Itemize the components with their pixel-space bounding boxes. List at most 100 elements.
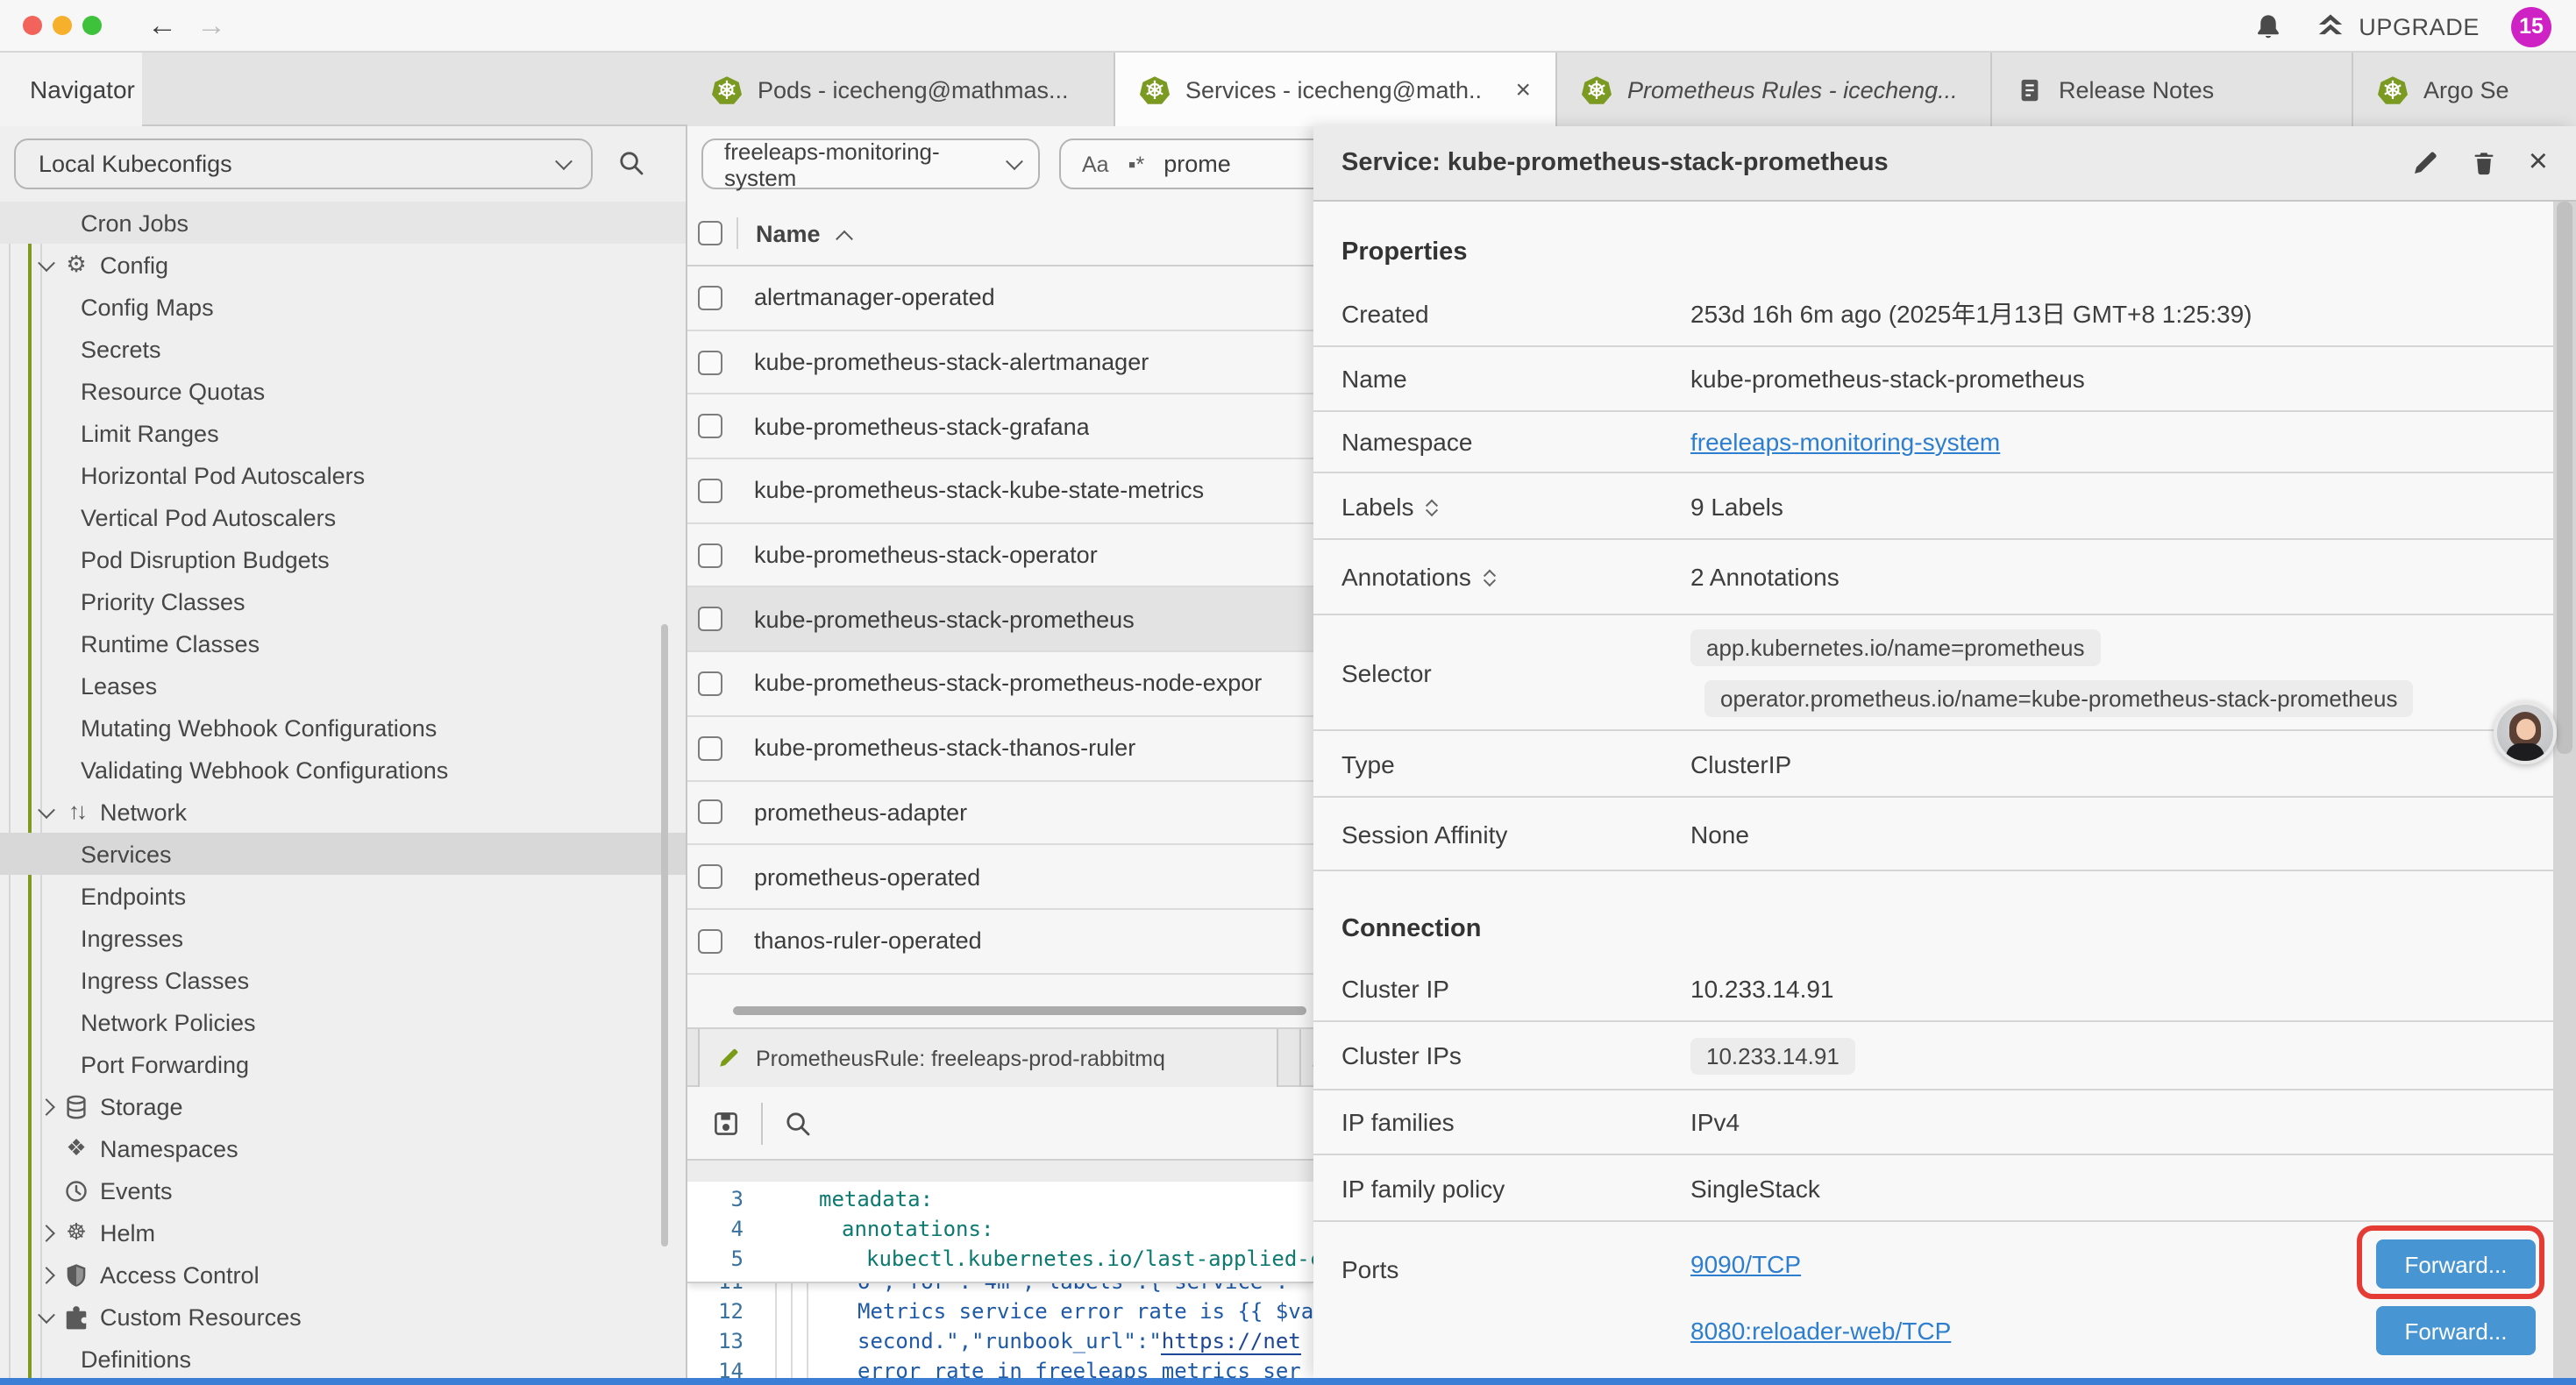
namespace-link[interactable]: freeleaps-monitoring-system [1690, 428, 2000, 456]
horizontal-scrollbar-thumb[interactable] [733, 1006, 1306, 1015]
sidebar-item-priority-classes[interactable]: Priority Classes [0, 580, 686, 622]
row-checkbox[interactable] [698, 800, 722, 825]
sidebar-item-ingress-classes[interactable]: Ingress Classes [0, 959, 686, 1001]
sidebar-item-custom-resources[interactable]: Custom Resources [0, 1296, 686, 1338]
table-row-kube-prometheus-stack-alertmanager[interactable]: kube-prometheus-stack-alertmanager [687, 330, 1313, 394]
table-row-thanos-ruler-operated[interactable]: thanos-ruler-operated [687, 910, 1313, 974]
sidebar-item-leases[interactable]: Leases [0, 664, 686, 707]
sidebar-item-label: Cron Jobs [81, 210, 189, 236]
select-all-checkbox[interactable] [698, 221, 722, 245]
editor-search-icon[interactable] [784, 1109, 812, 1137]
sidebar-item-resource-quotas[interactable]: Resource Quotas [0, 370, 686, 412]
panel-scrollbar-thumb[interactable] [2557, 202, 2572, 754]
row-checkbox[interactable] [698, 864, 722, 889]
table-row-kube-prometheus-stack-kube-state-metrics[interactable]: kube-prometheus-stack-kube-state-metrics [687, 459, 1313, 523]
delete-trash-icon[interactable] [2471, 149, 2497, 177]
notification-count-badge[interactable]: 15 [2511, 6, 2551, 46]
chevron-right-icon[interactable] [37, 1224, 54, 1241]
table-row-kube-prometheus-stack-prometheus[interactable]: kube-prometheus-stack-prometheus [687, 588, 1313, 652]
sidebar-item-limit-ranges[interactable]: Limit Ranges [0, 412, 686, 454]
row-checkbox[interactable] [698, 671, 722, 696]
back-arrow-button[interactable]: ← [147, 5, 177, 47]
table-row-prometheus-operated[interactable]: prometheus-operated [687, 845, 1313, 909]
row-checkbox[interactable] [698, 479, 722, 503]
match-case-toggle[interactable]: Aa [1082, 152, 1109, 176]
port-link[interactable]: 9090/TCP [1690, 1250, 1801, 1278]
row-checkbox[interactable] [698, 735, 722, 760]
sidebar-item-access-control[interactable]: Access Control [0, 1254, 686, 1296]
sidebar-scrollbar-thumb[interactable] [661, 624, 668, 1246]
kubeconfig-select[interactable]: Local Kubeconfigs [14, 138, 593, 189]
editor-tab-prometheusrule[interactable]: PrometheusRule: freeleaps-prod-rabbitmq [698, 1029, 1278, 1087]
row-checkbox[interactable] [698, 543, 722, 567]
table-row-kube-prometheus-stack-thanos-ruler[interactable]: kube-prometheus-stack-thanos-ruler [687, 717, 1313, 781]
table-row-kube-prometheus-stack-operator[interactable]: kube-prometheus-stack-operator [687, 524, 1313, 588]
tab-close-icon[interactable]: × [1515, 78, 1531, 103]
sort-ascending-icon[interactable] [836, 230, 853, 247]
maximize-window-button[interactable] [82, 16, 102, 35]
name-column-header[interactable]: Name [756, 220, 821, 246]
row-checkbox[interactable] [698, 414, 722, 438]
save-icon[interactable] [712, 1109, 740, 1137]
notifications-bell-icon[interactable] [2253, 11, 2283, 41]
edit-pencil-icon[interactable] [2411, 149, 2439, 177]
sidebar-item-label: Config [100, 252, 168, 278]
expand-collapse-toggle[interactable] [1485, 566, 1494, 587]
row-checkbox[interactable] [698, 607, 722, 632]
chevron-down-icon[interactable] [37, 1305, 54, 1323]
row-checkbox[interactable] [698, 928, 722, 953]
sidebar-item-config-maps[interactable]: Config Maps [0, 286, 686, 328]
chevron-down-icon[interactable] [37, 253, 54, 271]
upgrade-button[interactable]: UPGRADE [2315, 11, 2480, 41]
row-checkbox[interactable] [698, 286, 722, 310]
table-row-prometheus-adapter[interactable]: prometheus-adapter [687, 781, 1313, 845]
tab-pods-icecheng-mathmas[interactable]: Pods - icecheng@mathmas... [687, 53, 1115, 126]
navigator-panel-tab[interactable]: Navigator [0, 53, 142, 126]
close-icon[interactable]: × [2529, 149, 2548, 177]
minimize-window-button[interactable] [53, 16, 72, 35]
sidebar-item-network-policies[interactable]: Network Policies [0, 1001, 686, 1043]
table-row-kube-prometheus-stack-grafana[interactable]: kube-prometheus-stack-grafana [687, 395, 1313, 459]
sidebar-item-secrets[interactable]: Secrets [0, 328, 686, 370]
sidebar-item-endpoints[interactable]: Endpoints [0, 875, 686, 917]
chevron-down-icon[interactable] [37, 800, 54, 818]
sidebar-item-horizontal-pod-autoscalers[interactable]: Horizontal Pod Autoscalers [0, 454, 686, 496]
sidebar-item-validating-webhook-configurations[interactable]: Validating Webhook Configurations [0, 749, 686, 791]
sidebar-item-cron-jobs[interactable]: Cron Jobs [0, 202, 686, 244]
panel-scrollbar-track[interactable] [2553, 202, 2576, 1378]
regex-toggle[interactable]: ▪* [1128, 152, 1145, 176]
yaml-editor[interactable]: 3metadata:4annotations:5kubectl.kubernet… [687, 1182, 1313, 1378]
sidebar-item-namespaces[interactable]: ❖Namespaces [0, 1127, 686, 1169]
tab-services-icecheng-math[interactable]: Services - icecheng@math...× [1115, 53, 1557, 126]
assistant-avatar[interactable] [2494, 701, 2557, 764]
sidebar-item-events[interactable]: Events [0, 1169, 686, 1211]
row-checkbox[interactable] [698, 350, 722, 374]
chevron-right-icon[interactable] [37, 1097, 54, 1115]
forward-button[interactable]: Forward... [2376, 1306, 2536, 1355]
port-link[interactable]: 8080:reloader-web/TCP [1690, 1317, 1951, 1345]
namespace-select[interactable]: freeleaps-monitoring-system [701, 138, 1040, 189]
sidebar-item-storage[interactable]: Storage [0, 1085, 686, 1127]
table-row-alertmanager-operated[interactable]: alertmanager-operated [687, 266, 1313, 330]
expand-collapse-toggle[interactable] [1428, 495, 1437, 516]
sidebar-item-config[interactable]: ⚙Config [0, 244, 686, 286]
sidebar-item-definitions[interactable]: Definitions [0, 1338, 686, 1378]
close-window-button[interactable] [23, 16, 42, 35]
chevron-right-icon[interactable] [37, 1266, 54, 1283]
sidebar-search-icon[interactable] [617, 149, 645, 177]
sidebar-item-helm[interactable]: ☸Helm [0, 1211, 686, 1254]
tab-argo-se[interactable]: Argo Se [2353, 53, 2576, 126]
sidebar-item-pod-disruption-budgets[interactable]: Pod Disruption Budgets [0, 538, 686, 580]
sidebar-item-runtime-classes[interactable]: Runtime Classes [0, 622, 686, 664]
sidebar-item-network[interactable]: ↑↓Network [0, 791, 686, 833]
sidebar-item-mutating-webhook-configurations[interactable]: Mutating Webhook Configurations [0, 707, 686, 749]
table-row-kube-prometheus-stack-prometheus-node-expor[interactable]: kube-prometheus-stack-prometheus-node-ex… [687, 652, 1313, 716]
sidebar-item-ingresses[interactable]: Ingresses [0, 917, 686, 959]
forward-arrow-button[interactable]: → [196, 5, 226, 47]
sidebar-item-vertical-pod-autoscalers[interactable]: Vertical Pod Autoscalers [0, 496, 686, 538]
sidebar-item-services[interactable]: Services [0, 833, 686, 875]
tab-release-notes[interactable]: Release Notes [1992, 53, 2353, 126]
tab-prometheus-rules-icecheng[interactable]: Prometheus Rules - icecheng... [1557, 53, 1992, 126]
filter-input[interactable]: Aa ▪* prome [1059, 138, 1357, 189]
sidebar-item-port-forwarding[interactable]: Port Forwarding [0, 1043, 686, 1085]
